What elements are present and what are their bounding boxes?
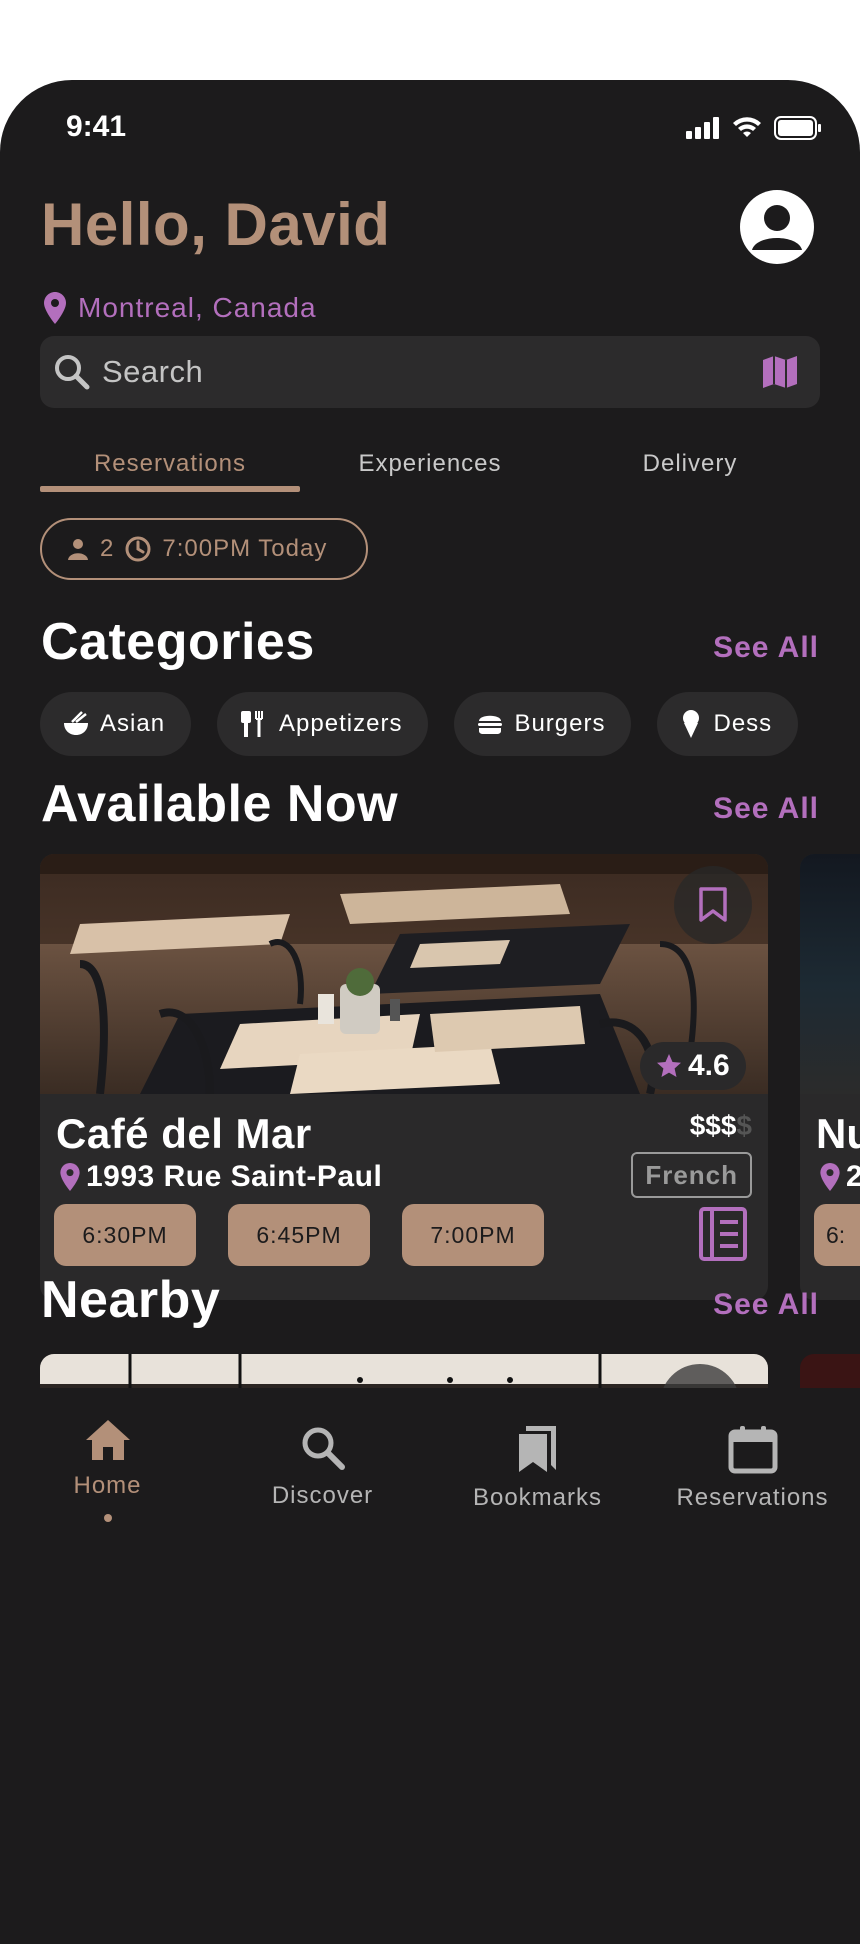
party-size: 2 bbox=[100, 535, 115, 562]
user-icon bbox=[752, 205, 802, 250]
time-slots: 6:30PM 6:45PM 7:00PM bbox=[54, 1204, 544, 1266]
category-burgers[interactable]: Burgers bbox=[454, 692, 632, 756]
calendar-icon bbox=[728, 1426, 777, 1474]
tab-reservations[interactable]: Reservations bbox=[40, 440, 300, 492]
available-now-title: Available Now bbox=[41, 775, 399, 833]
active-nav-dot bbox=[103, 1514, 112, 1522]
time-slot-button[interactable]: 7:00PM bbox=[402, 1204, 544, 1266]
restaurant-address: 1993 Rue Saint-Paul bbox=[60, 1160, 382, 1194]
nearby-title: Nearby bbox=[41, 1271, 221, 1329]
nav-label: Bookmarks bbox=[472, 1484, 603, 1511]
restaurant-card[interactable]: 4.6 Café del Mar $$$$ 1993 Rue Saint-Pau… bbox=[40, 854, 768, 1300]
bowl-icon bbox=[64, 711, 88, 735]
available-now-see-all[interactable]: See All bbox=[713, 792, 819, 826]
price-active: $$$ bbox=[689, 1110, 737, 1141]
bookmarks-icon bbox=[518, 1426, 556, 1472]
category-label: Appetizers bbox=[279, 710, 403, 737]
categories-list: Asian Appetizers Burgers Dess bbox=[40, 692, 820, 756]
nearby-see-all[interactable]: See All bbox=[713, 1288, 819, 1322]
time-slot-button[interactable]: 6:45PM bbox=[228, 1204, 370, 1266]
tab-bar: Reservations Experiences Delivery bbox=[40, 440, 820, 492]
reservation-time: 7:00PM Today bbox=[162, 535, 328, 562]
person-icon bbox=[68, 539, 88, 560]
restaurant-card[interactable]: Nu 2 6: bbox=[800, 854, 860, 1300]
nav-home[interactable]: Home bbox=[0, 1388, 215, 1564]
location-pin-icon bbox=[820, 1163, 840, 1191]
location-pin-icon bbox=[60, 1163, 80, 1191]
time-slot-button[interactable]: 6:30PM bbox=[54, 1204, 196, 1266]
time-slot-button[interactable]: 6: bbox=[814, 1204, 860, 1266]
location-row[interactable]: Montreal, Canada bbox=[44, 292, 317, 324]
restaurant-address: 2 bbox=[820, 1160, 860, 1194]
bottom-navigation: Home Discover Bookmarks Reservations bbox=[0, 1388, 860, 1564]
status-icons bbox=[686, 116, 822, 140]
bookmark-icon bbox=[699, 887, 727, 922]
categories-title: Categories bbox=[41, 613, 315, 671]
category-desserts[interactable]: Dess bbox=[657, 692, 799, 756]
price-inactive: $ bbox=[736, 1110, 752, 1141]
bookmark-button[interactable] bbox=[674, 866, 752, 944]
nav-label: Discover bbox=[271, 1482, 374, 1509]
tab-delivery[interactable]: Delivery bbox=[560, 440, 820, 492]
star-icon bbox=[657, 1054, 681, 1077]
ice-cream-icon bbox=[683, 710, 700, 738]
wifi-icon bbox=[733, 117, 761, 137]
burger-icon bbox=[478, 715, 503, 734]
nav-label: Home bbox=[73, 1472, 142, 1499]
search-bar[interactable]: Search bbox=[40, 336, 820, 408]
category-asian[interactable]: Asian bbox=[40, 692, 192, 756]
signal-icon bbox=[686, 117, 719, 139]
nav-label: Reservations bbox=[676, 1484, 829, 1511]
category-appetizers[interactable]: Appetizers bbox=[217, 692, 429, 756]
search-icon bbox=[55, 355, 90, 390]
category-label: Asian bbox=[100, 710, 166, 737]
utensils-icon bbox=[241, 711, 264, 737]
nav-discover[interactable]: Discover bbox=[215, 1388, 430, 1564]
location-label: Montreal, Canada bbox=[78, 292, 317, 323]
price-level: $$$$ bbox=[690, 1110, 752, 1142]
address-text: 2 bbox=[846, 1160, 860, 1193]
app-screen: 9:41 Hello, David Montreal, Canada Searc… bbox=[0, 80, 860, 1944]
rating-badge: 4.6 bbox=[640, 1042, 746, 1090]
restaurant-name: Café del Mar bbox=[56, 1110, 312, 1157]
active-tab-indicator bbox=[40, 486, 300, 492]
address-text: 1993 Rue Saint-Paul bbox=[86, 1160, 383, 1193]
menu-book-icon[interactable] bbox=[698, 1206, 748, 1262]
category-label: Dess bbox=[713, 710, 773, 737]
rating-value: 4.6 bbox=[688, 1049, 730, 1082]
restaurant-photo bbox=[800, 854, 860, 1094]
clock-icon bbox=[125, 536, 151, 562]
home-icon bbox=[85, 1420, 130, 1460]
map-icon[interactable] bbox=[760, 352, 800, 392]
greeting-title: Hello, David bbox=[41, 191, 391, 258]
status-time: 9:41 bbox=[66, 110, 127, 143]
location-pin-icon bbox=[44, 292, 66, 324]
status-bar: 9:41 bbox=[0, 80, 860, 170]
party-time-filter[interactable]: 2 7:00PM Today bbox=[40, 518, 368, 580]
profile-avatar[interactable] bbox=[740, 190, 814, 264]
nav-reservations[interactable]: Reservations bbox=[645, 1388, 860, 1564]
battery-icon bbox=[774, 116, 821, 140]
tab-experiences[interactable]: Experiences bbox=[300, 440, 560, 492]
search-input[interactable]: Search bbox=[102, 354, 760, 390]
restaurant-name: Nu bbox=[816, 1110, 860, 1157]
nav-bookmarks[interactable]: Bookmarks bbox=[430, 1388, 645, 1564]
search-icon bbox=[302, 1427, 345, 1470]
categories-see-all[interactable]: See All bbox=[713, 631, 819, 665]
category-label: Burgers bbox=[514, 710, 606, 737]
cuisine-tag: French bbox=[631, 1152, 752, 1198]
